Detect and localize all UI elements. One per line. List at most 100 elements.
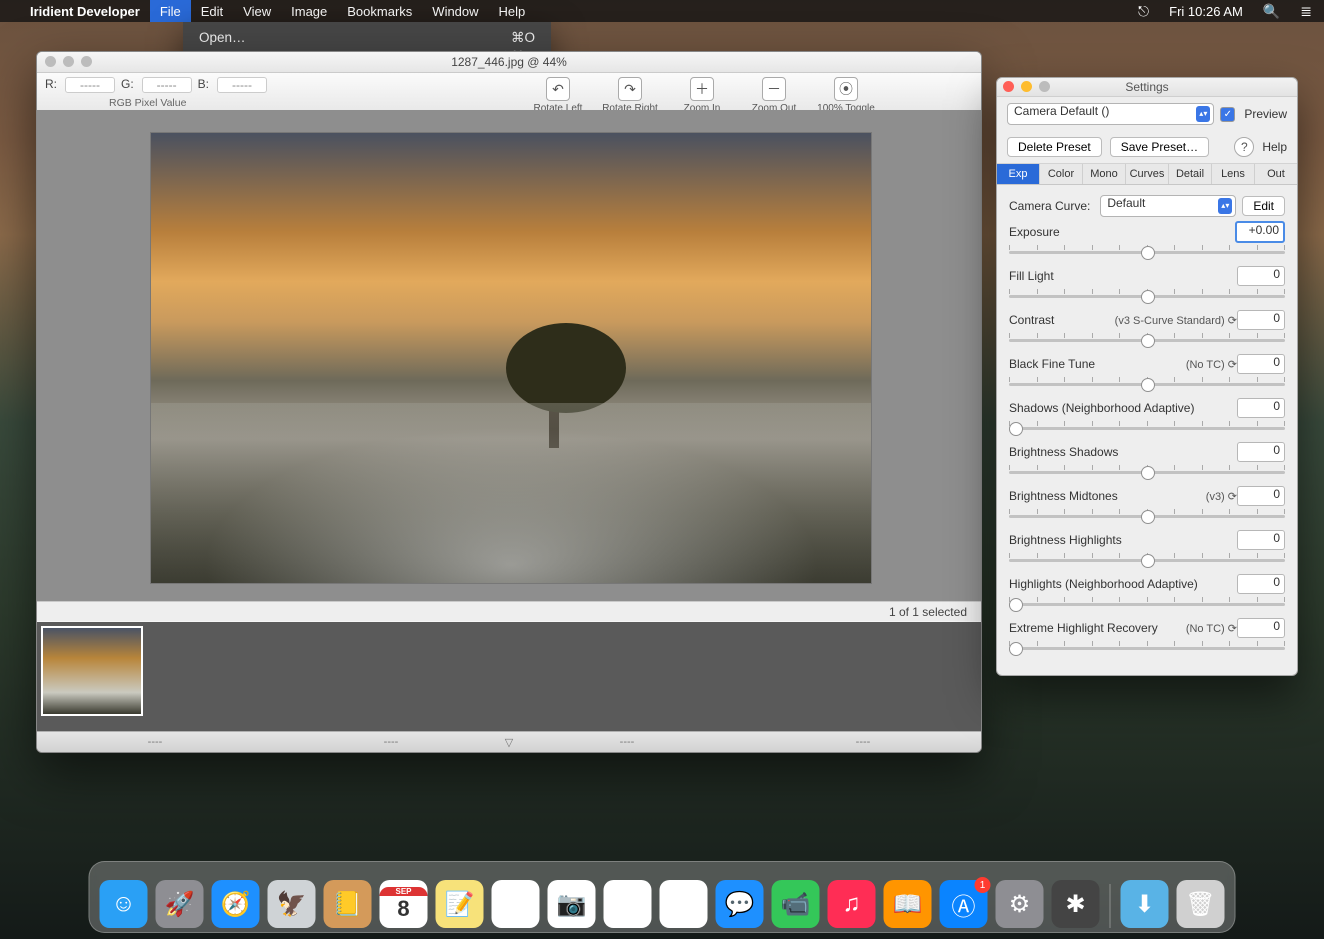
control-mode[interactable]: (v3) ⟳: [1206, 490, 1237, 503]
control-label: Extreme Highlight Recovery: [1009, 621, 1186, 635]
menu-window[interactable]: Window: [422, 0, 488, 22]
menu-view[interactable]: View: [233, 0, 281, 22]
disclosure-icon[interactable]: ▽: [484, 736, 534, 749]
slider[interactable]: [1009, 245, 1285, 259]
value-input[interactable]: 0: [1237, 530, 1285, 550]
clock[interactable]: Fri 10:26 AM: [1165, 4, 1247, 19]
rotate-right-button[interactable]: ↷Rotate Right: [601, 77, 659, 114]
dock-iridient-icon[interactable]: ✱: [1052, 880, 1100, 928]
slider[interactable]: [1009, 597, 1285, 611]
control-brightness-shadows: Brightness Shadows0: [1009, 441, 1285, 463]
value-input[interactable]: 0: [1237, 266, 1285, 286]
document-title: 1287_446.jpg @ 44%: [451, 55, 567, 69]
control-label: Black Fine Tune: [1009, 357, 1186, 371]
dock-itunes-icon[interactable]: ♫: [828, 880, 876, 928]
help-icon[interactable]: ?: [1234, 137, 1254, 157]
settings-titlebar[interactable]: Settings: [997, 78, 1297, 97]
value-input[interactable]: +0.00: [1235, 221, 1285, 243]
app-name[interactable]: Iridient Developer: [20, 4, 150, 19]
slider[interactable]: [1009, 553, 1285, 567]
info-field: ----: [130, 736, 180, 748]
dock-downloads-icon[interactable]: ⬇: [1121, 880, 1169, 928]
slider[interactable]: [1009, 333, 1285, 347]
control-brightness-highlights: Brightness Highlights0: [1009, 529, 1285, 551]
dock-calendar-icon[interactable]: SEP8: [380, 880, 428, 928]
value-input[interactable]: 0: [1237, 574, 1285, 594]
control-mode[interactable]: (No TC) ⟳: [1186, 358, 1237, 371]
dock-photobooth-icon[interactable]: 📷: [548, 880, 596, 928]
camera-curve-dropdown[interactable]: Default▴▾: [1100, 195, 1236, 217]
delete-preset-button[interactable]: Delete Preset: [1007, 137, 1102, 157]
rotate-left-button[interactable]: ↶Rotate Left: [529, 77, 587, 114]
slider[interactable]: [1009, 641, 1285, 655]
menu-item[interactable]: Open…⌘O: [183, 28, 551, 47]
dock-trash-icon[interactable]: 🗑: [1177, 880, 1225, 928]
tab-lens[interactable]: Lens: [1212, 164, 1255, 184]
dock-appstore-icon[interactable]: Ⓐ1: [940, 880, 988, 928]
slider[interactable]: [1009, 509, 1285, 523]
slider[interactable]: [1009, 421, 1285, 435]
bottom-info-bar: ▽ ----------------: [37, 731, 981, 752]
settings-tabbar: ExpColorMonoCurvesDetailLensOut: [997, 163, 1297, 185]
preview-checkbox[interactable]: ✓: [1220, 107, 1235, 122]
control-label: Shadows (Neighborhood Adaptive): [1009, 401, 1237, 415]
menu-help[interactable]: Help: [489, 0, 536, 22]
dock-contacts-icon[interactable]: 📒: [324, 880, 372, 928]
tab-mono[interactable]: Mono: [1083, 164, 1126, 184]
zoom-out-button[interactable]: －Zoom Out: [745, 77, 803, 114]
value-input[interactable]: 0: [1237, 618, 1285, 638]
traffic-lights[interactable]: [45, 56, 92, 67]
control-label: Brightness Highlights: [1009, 533, 1237, 547]
dock-reminders-icon[interactable]: ☑: [492, 880, 540, 928]
editor-window: 1287_446.jpg @ 44% R:----- G:----- B:---…: [36, 51, 982, 753]
dock-safari-icon[interactable]: 🧭: [212, 880, 260, 928]
value-input[interactable]: 0: [1237, 486, 1285, 506]
image-preview[interactable]: [150, 132, 872, 584]
zoom-in-button[interactable]: ＋Zoom In: [673, 77, 731, 114]
tab-color[interactable]: Color: [1040, 164, 1083, 184]
tab-curves[interactable]: Curves: [1126, 164, 1169, 184]
control-highlights-neighborhood-adaptive-: Highlights (Neighborhood Adaptive)0: [1009, 573, 1285, 595]
edit-curve-button[interactable]: Edit: [1242, 196, 1285, 216]
settings-title: Settings: [1125, 80, 1168, 94]
menu-image[interactable]: Image: [281, 0, 337, 22]
menu-file[interactable]: File: [150, 0, 191, 22]
thumbnail[interactable]: [41, 626, 143, 716]
menu-bookmarks[interactable]: Bookmarks: [337, 0, 422, 22]
dock-mail-icon[interactable]: 🦅: [268, 880, 316, 928]
spotlight-icon[interactable]: 🔍: [1259, 3, 1284, 20]
save-preset-button[interactable]: Save Preset…: [1110, 137, 1209, 157]
tab-exp[interactable]: Exp: [997, 164, 1040, 184]
preset-dropdown[interactable]: Camera Default ()▴▾: [1007, 103, 1214, 125]
control-mode[interactable]: (v3 S-Curve Standard) ⟳: [1115, 314, 1237, 327]
dock-sysprefs-icon[interactable]: ⚙: [996, 880, 1044, 928]
slider[interactable]: [1009, 377, 1285, 391]
100-toggle-button[interactable]: ⦿100% Toggle: [817, 77, 875, 114]
dock-notes-icon[interactable]: 📝: [436, 880, 484, 928]
value-input[interactable]: 0: [1237, 398, 1285, 418]
tab-detail[interactable]: Detail: [1169, 164, 1212, 184]
dock-preview-icon[interactable]: 🖼: [604, 880, 652, 928]
control-label: Exposure: [1009, 225, 1235, 239]
dock-ibooks-icon[interactable]: 📖: [884, 880, 932, 928]
info-field: ----: [602, 736, 652, 748]
dock-messages-icon[interactable]: 💬: [716, 880, 764, 928]
notification-icon[interactable]: ⎋: [1134, 3, 1153, 20]
pixel-b-value: -----: [217, 77, 267, 93]
dock-photos-icon[interactable]: ✿: [660, 880, 708, 928]
list-icon[interactable]: ≣: [1296, 3, 1316, 20]
help-label: Help: [1262, 140, 1287, 154]
value-input[interactable]: 0: [1237, 310, 1285, 330]
value-input[interactable]: 0: [1237, 442, 1285, 462]
tab-out[interactable]: Out: [1255, 164, 1297, 184]
editor-titlebar[interactable]: 1287_446.jpg @ 44%: [37, 52, 981, 73]
value-input[interactable]: 0: [1237, 354, 1285, 374]
dock-launchpad-icon[interactable]: 🚀: [156, 880, 204, 928]
slider[interactable]: [1009, 289, 1285, 303]
dock-facetime-icon[interactable]: 📹: [772, 880, 820, 928]
dock-finder-icon[interactable]: ☺: [100, 880, 148, 928]
control-mode[interactable]: (No TC) ⟳: [1186, 622, 1237, 635]
menu-edit[interactable]: Edit: [191, 0, 233, 22]
slider[interactable]: [1009, 465, 1285, 479]
camera-curve-label: Camera Curve:: [1009, 199, 1100, 213]
